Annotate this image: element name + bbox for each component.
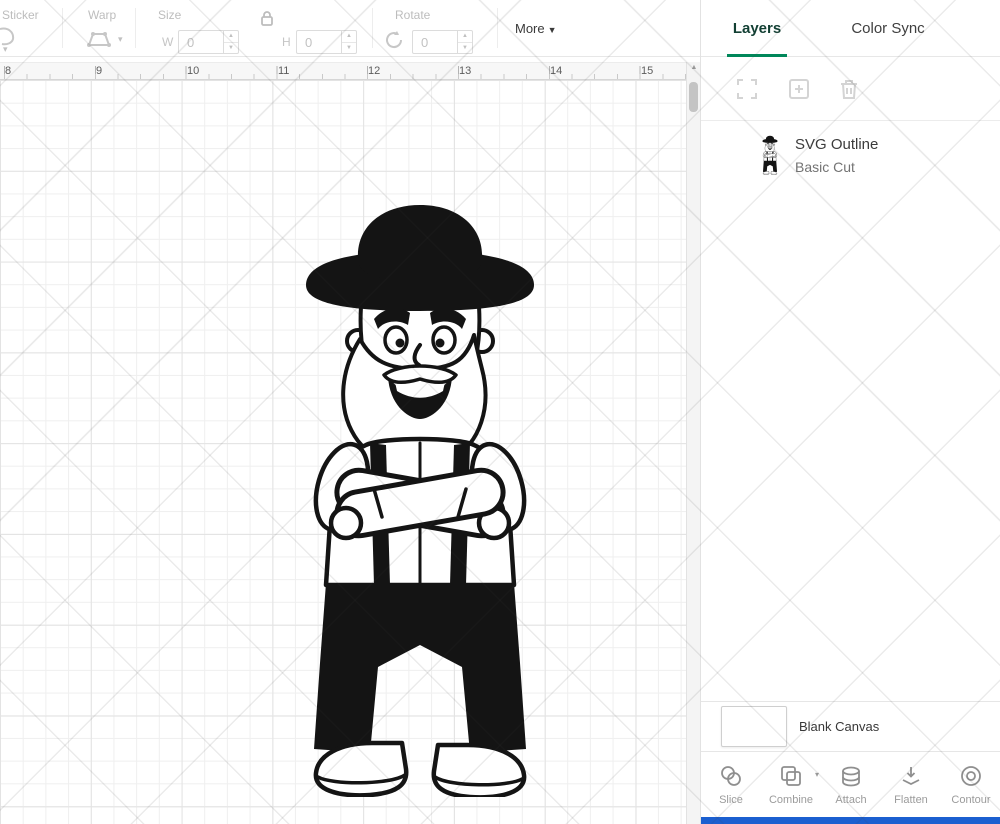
slice-icon — [719, 764, 743, 788]
layer-thumbnail — [757, 133, 783, 177]
combine-dropdown-caret[interactable]: ▾ — [815, 770, 819, 779]
warp-label: Warp — [88, 8, 117, 22]
height-stepper[interactable]: ▲ ▼ — [342, 30, 357, 54]
ruler-number: 13 — [459, 65, 472, 77]
rotate-label: Rotate — [395, 8, 431, 22]
canvas-area: 8 9 10 11 12 13 14 15 ▲ — [0, 57, 700, 824]
ruler-number: 15 — [641, 65, 654, 77]
tab-layers-label: Layers — [732, 20, 782, 37]
tab-layers[interactable]: Layers — [701, 0, 813, 57]
layer-item-svg-outline[interactable]: SVG Outline Basic Cut — [701, 122, 1000, 188]
rotate-icon[interactable] — [383, 29, 405, 51]
width-step-up[interactable]: ▲ — [224, 31, 238, 43]
scrollbar-thumb[interactable] — [689, 82, 698, 112]
toolbar-divider — [62, 8, 63, 48]
combine-icon — [779, 764, 803, 788]
warp-icon[interactable] — [82, 28, 116, 50]
panel-tab-bar: Layers Color Sync — [701, 0, 1000, 57]
design-canvas-grid[interactable] — [0, 80, 686, 824]
rotate-stepper[interactable]: ▲ ▼ — [458, 30, 473, 54]
more-button[interactable]: More ▼ — [515, 21, 557, 36]
design-app-window: Sticker ▾ Warp ▾ Size W ▲ ▼ — [0, 0, 1000, 824]
svg-artwork-prospector-mascot[interactable] — [270, 193, 570, 797]
tab-color-sync-label: Color Sync — [851, 20, 925, 37]
scroll-up-arrow-icon[interactable]: ▲ — [687, 64, 701, 71]
attach-button[interactable]: Attach — [821, 752, 881, 817]
group-icon[interactable] — [735, 77, 759, 101]
ruler-number: 12 — [368, 65, 381, 77]
ruler-number: 14 — [550, 65, 563, 77]
blank-canvas-row[interactable]: Blank Canvas — [701, 701, 1000, 752]
size-label: Size — [158, 8, 182, 22]
lock-icon[interactable] — [260, 10, 274, 26]
warp-dropdown-caret[interactable]: ▾ — [118, 34, 123, 45]
width-input[interactable] — [178, 30, 224, 54]
toolbar-divider — [135, 8, 136, 48]
rotate-field-group: ▲ ▼ — [412, 30, 473, 54]
edit-toolbar: Sticker ▾ Warp ▾ Size W ▲ ▼ — [0, 0, 700, 57]
slice-label: Slice — [719, 794, 743, 806]
tab-color-sync[interactable]: Color Sync — [813, 0, 963, 57]
layers-panel: Layers Color Sync SVG Outline Basic Cut … — [700, 0, 1000, 824]
layer-toolbar — [701, 57, 1000, 121]
contour-icon — [959, 764, 983, 788]
layer-text-block: SVG Outline Basic Cut — [795, 136, 878, 175]
width-field-label: W — [162, 35, 174, 49]
sticker-dropdown-caret[interactable]: ▾ — [3, 44, 8, 55]
width-stepper[interactable]: ▲ ▼ — [224, 30, 239, 54]
attach-icon — [839, 764, 863, 788]
rotate-step-down[interactable]: ▼ — [458, 43, 472, 54]
contour-label: Contour — [951, 794, 991, 806]
attach-label: Attach — [835, 794, 867, 806]
height-input[interactable] — [296, 30, 342, 54]
ruler-minor-ticks — [4, 74, 686, 79]
sticker-label: Sticker — [2, 8, 39, 22]
height-step-down[interactable]: ▼ — [342, 43, 356, 54]
width-step-down[interactable]: ▼ — [224, 43, 238, 54]
rotate-input[interactable] — [412, 30, 458, 54]
duplicate-icon[interactable] — [787, 77, 811, 101]
bottom-accent-bar — [701, 817, 1000, 824]
contour-button[interactable]: Contour — [941, 752, 1000, 817]
slice-button[interactable]: Slice — [701, 752, 761, 817]
blank-canvas-label: Blank Canvas — [799, 719, 880, 734]
canvas-vertical-scrollbar[interactable]: ▲ — [686, 62, 700, 824]
horizontal-ruler: 8 9 10 11 12 13 14 15 — [0, 62, 686, 80]
chevron-down-icon: ▼ — [547, 25, 557, 35]
rotate-step-up[interactable]: ▲ — [458, 31, 472, 43]
flatten-label: Flatten — [894, 794, 928, 806]
blank-canvas-swatch[interactable] — [721, 706, 787, 747]
layer-cut-type: Basic Cut — [795, 158, 855, 175]
ruler-number: 11 — [278, 65, 290, 77]
ruler-number: 8 — [5, 65, 12, 77]
height-step-up[interactable]: ▲ — [342, 31, 356, 43]
toolbar-divider — [372, 8, 373, 48]
ruler-number: 9 — [96, 65, 103, 77]
more-label: More — [515, 21, 545, 36]
combine-button[interactable]: ▾ Combine — [761, 752, 821, 817]
height-field-label: H — [282, 35, 291, 49]
height-field-group: ▲ ▼ — [296, 30, 357, 54]
width-field-group: ▲ ▼ — [178, 30, 239, 54]
combine-label: Combine — [768, 794, 814, 806]
flatten-icon — [899, 764, 923, 788]
delete-icon[interactable] — [837, 77, 861, 101]
panel-action-bar: Slice ▾ Combine Attach Flatten Contour — [701, 752, 1000, 817]
layer-name: SVG Outline — [795, 135, 879, 153]
toolbar-divider — [497, 8, 498, 48]
ruler-number: 10 — [187, 65, 200, 77]
flatten-button[interactable]: Flatten — [881, 752, 941, 817]
sticker-icon[interactable] — [0, 26, 16, 46]
